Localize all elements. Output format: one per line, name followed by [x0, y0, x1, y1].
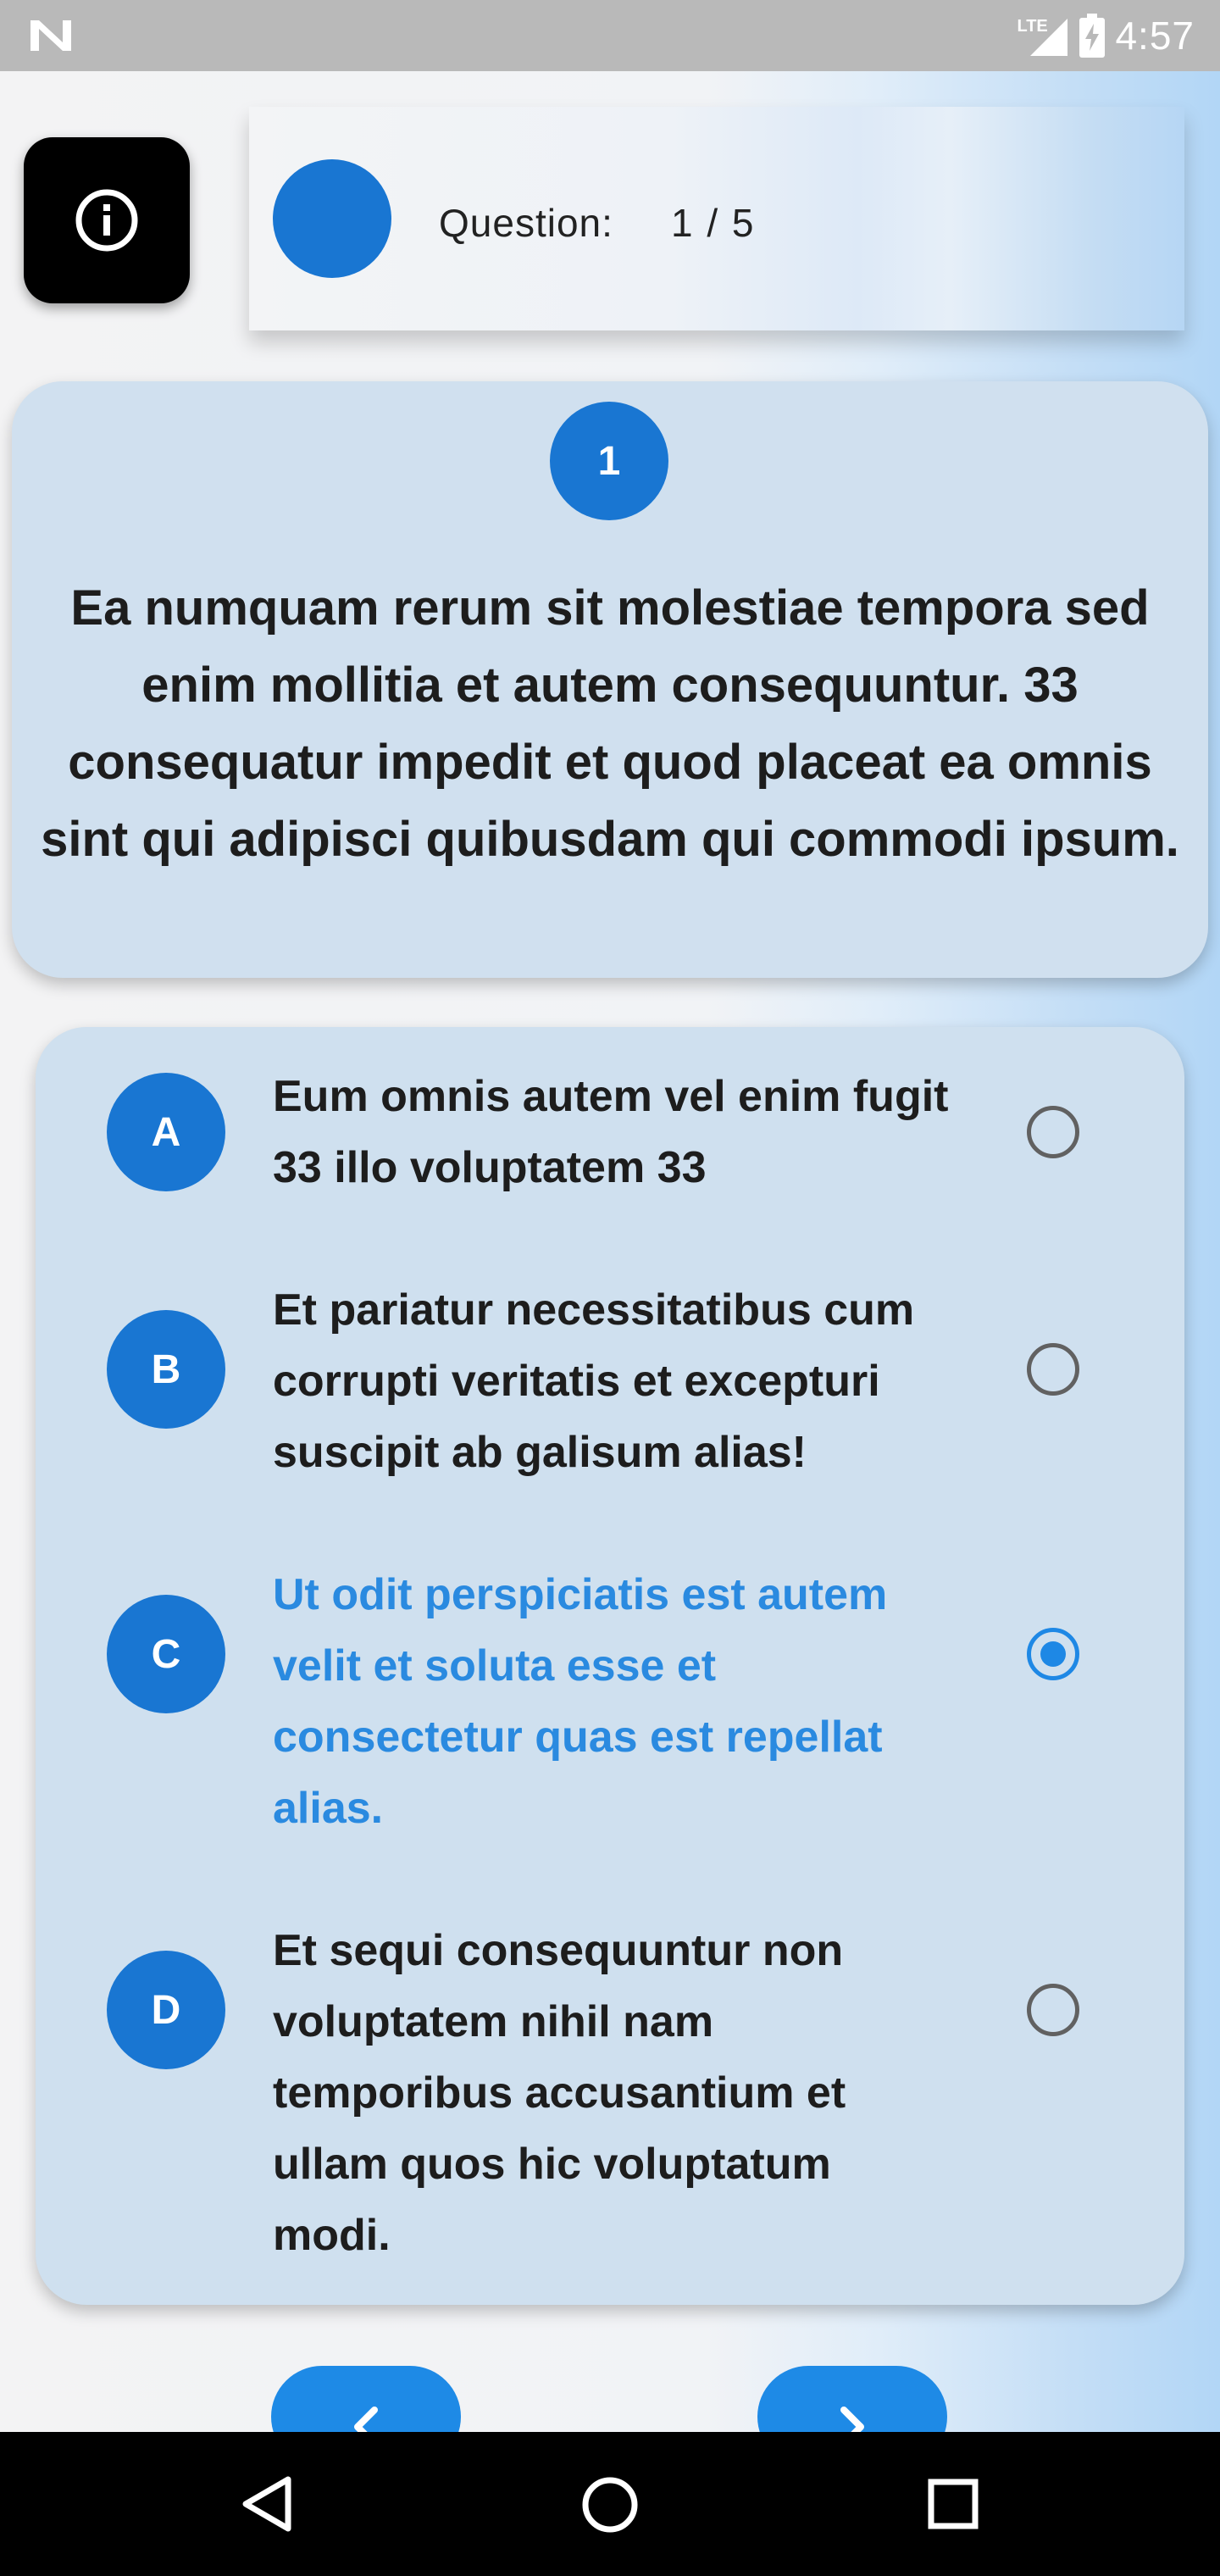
signal-icon: LTE	[1017, 14, 1069, 58]
battery-charging-icon	[1079, 14, 1106, 58]
recents-square-icon[interactable]	[927, 2478, 979, 2530]
status-bar: LTE 4:57	[0, 0, 1220, 71]
option-radio[interactable]	[1027, 1984, 1079, 2036]
clock: 4:57	[1115, 14, 1195, 58]
notification-n-icon	[30, 20, 71, 51]
home-circle-icon[interactable]	[581, 2476, 639, 2534]
question-counter: 1 / 5	[671, 201, 756, 245]
progress-indicator	[273, 159, 391, 278]
back-triangle-icon[interactable]	[239, 2474, 293, 2534]
question-text: Ea numquam rerum sit molestiae tempora s…	[41, 580, 1179, 867]
info-button[interactable]	[24, 137, 190, 303]
info-icon	[75, 189, 138, 252]
option-letter-badge: B	[107, 1310, 225, 1429]
option-letter-badge: D	[107, 1951, 225, 2069]
option-text[interactable]: Et pariatur necessitatibus cum corrupti …	[273, 1274, 951, 1488]
option-letter-badge: C	[107, 1595, 225, 1713]
option-radio[interactable]	[1027, 1343, 1079, 1396]
option-radio-selected[interactable]	[1027, 1628, 1079, 1680]
option-radio[interactable]	[1027, 1106, 1079, 1158]
question-label: Question:	[439, 201, 613, 245]
system-navigation-bar	[0, 2432, 1220, 2576]
question-progress-card: Question: 1 / 5	[249, 107, 1184, 330]
question-number-badge: 1	[550, 402, 668, 520]
network-type: LTE	[1017, 17, 1048, 36]
option-text[interactable]: Ut odit perspiciatis est autem velit et …	[273, 1559, 951, 1844]
option-text[interactable]: Eum omnis autem vel enim fugit 33 illo v…	[273, 1061, 951, 1203]
option-text[interactable]: Et sequi consequuntur non voluptatem nih…	[273, 1915, 951, 2271]
option-letter-badge: A	[107, 1073, 225, 1191]
answers-card: A Eum omnis autem vel enim fugit 33 illo…	[36, 1027, 1184, 2305]
question-card: 1 Ea numquam rerum sit molestiae tempora…	[12, 381, 1208, 978]
status-icons: LTE 4:57	[1017, 10, 1195, 61]
